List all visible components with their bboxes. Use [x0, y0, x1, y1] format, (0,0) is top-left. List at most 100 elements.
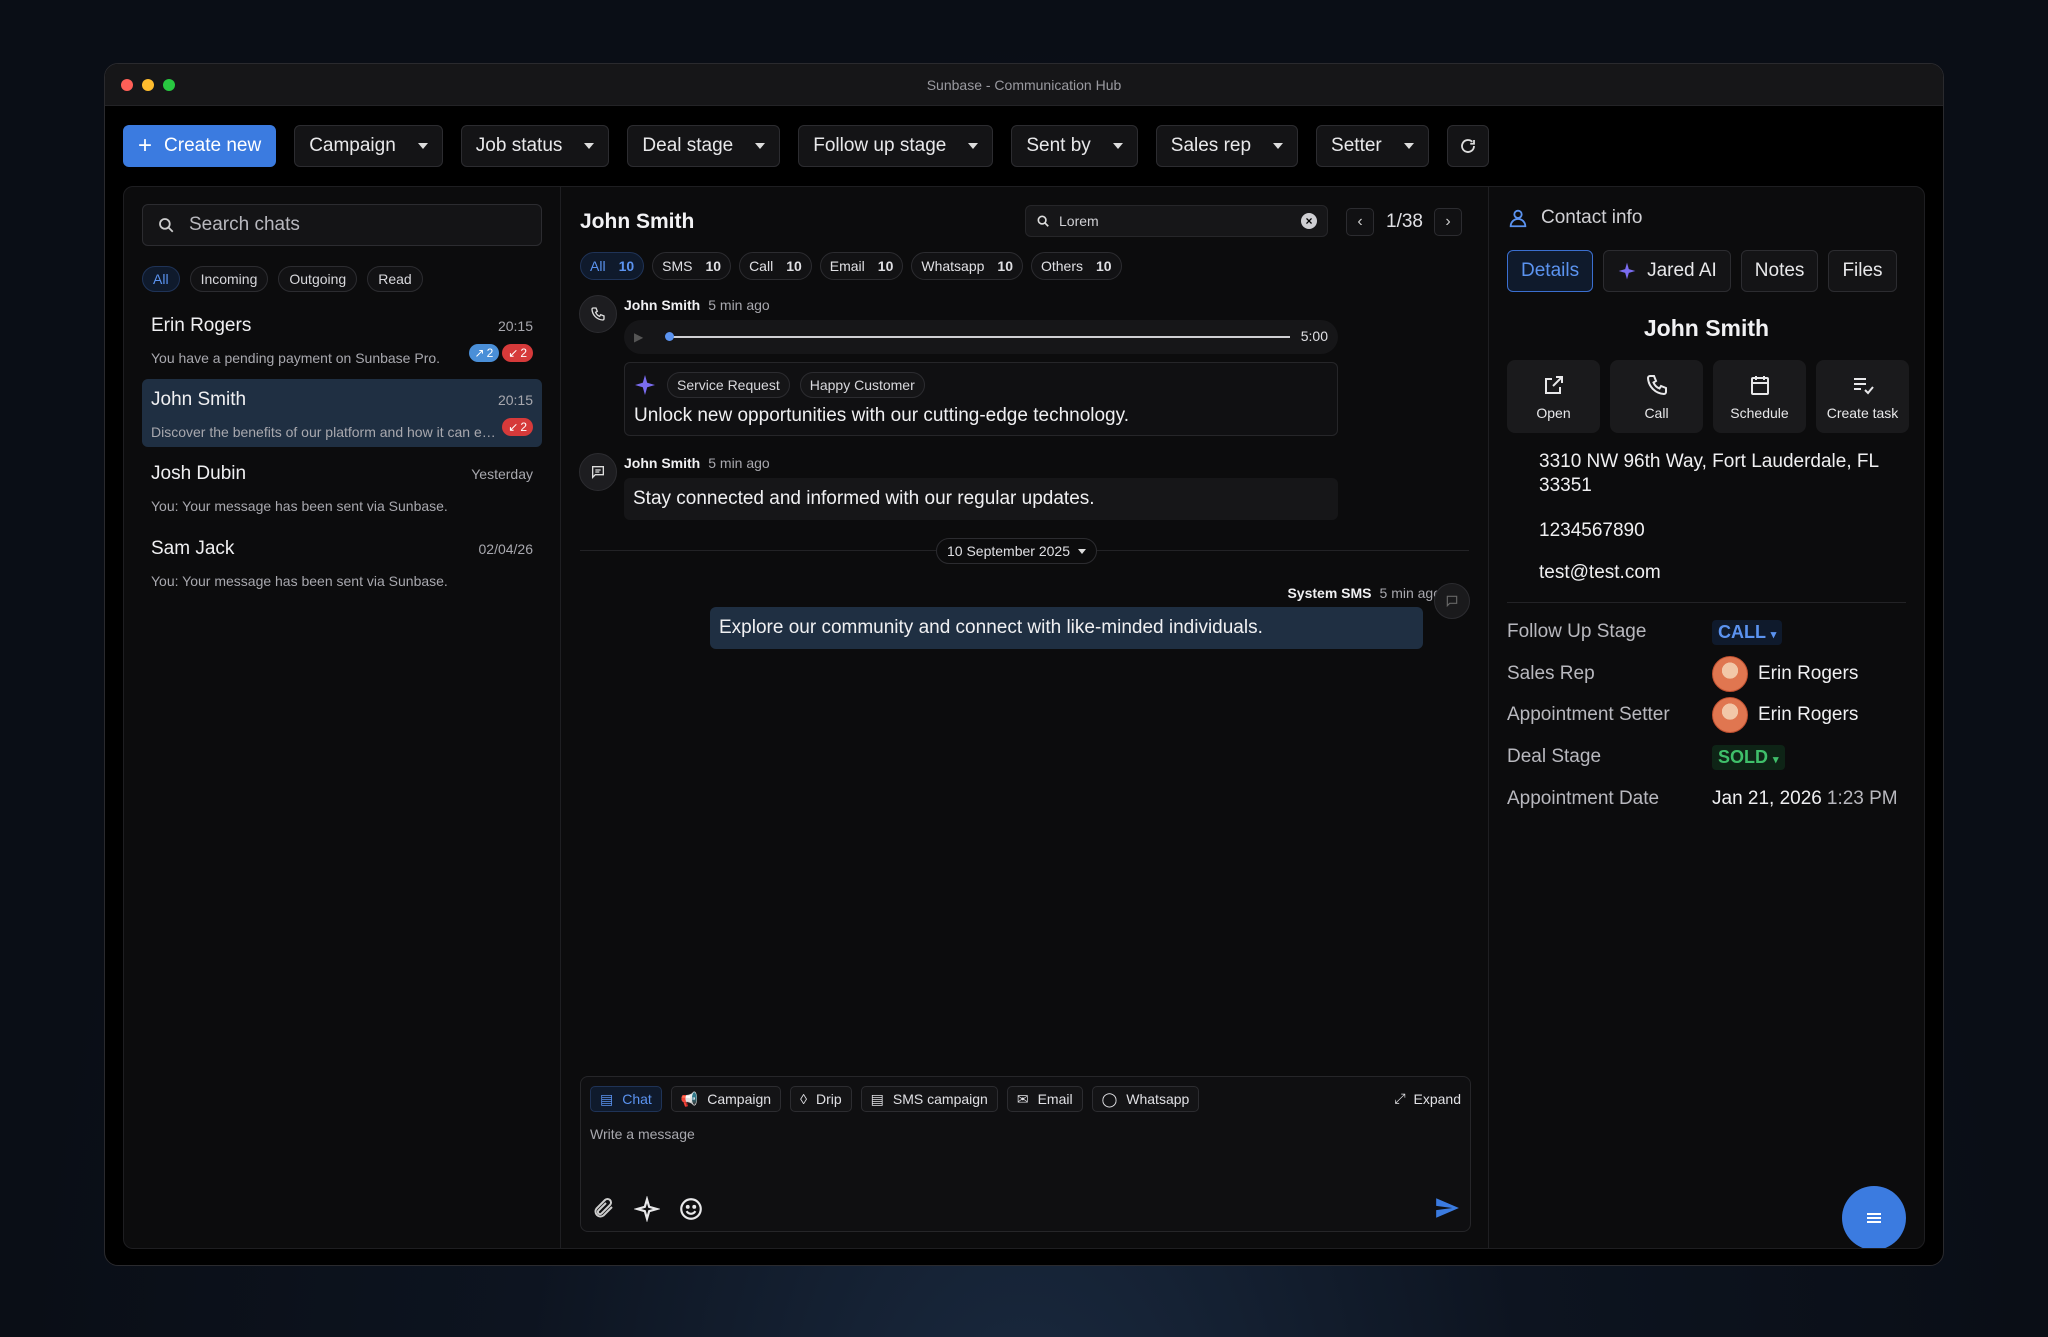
sparkle-icon[interactable] [634, 1196, 660, 1222]
sales-rep-row: Sales Rep Erin Rogers [1507, 656, 1906, 692]
tab-details[interactable]: Details [1507, 250, 1594, 292]
filter-outgoing[interactable]: Outgoing [278, 266, 358, 292]
system-avatar [1434, 583, 1470, 619]
tab-sms[interactable]: SMS 10 [652, 252, 732, 280]
chat-item-sam-jack[interactable]: Sam Jack 02/04/26 You: Your message has b… [142, 528, 542, 596]
open-button[interactable]: Open [1507, 360, 1600, 433]
create-new-button[interactable]: + Create new [123, 125, 277, 167]
tab-all[interactable]: All 10 [580, 252, 645, 280]
refresh-button[interactable] [1446, 125, 1489, 167]
arrow-up-right-icon: ↗ [474, 346, 485, 360]
composer-tab-whatsapp[interactable]: ◯ Whatsapp [1091, 1086, 1200, 1112]
conversation-title: John Smith [580, 210, 695, 233]
menu-icon [1867, 1213, 1881, 1223]
chat-name: Sam Jack [151, 538, 235, 559]
unread-count-badge: ↙ 2 [502, 344, 533, 362]
composer-tabs: ▤ Chat 📢 Campaign ◊ Drip ▤ SMS campaign ✉ Ema… [590, 1086, 1200, 1112]
call-message-avatar [579, 295, 617, 333]
message-icon [1446, 595, 1458, 608]
follow-up-stage-dropdown[interactable]: Follow up stage [798, 125, 994, 167]
schedule-button[interactable]: Schedule [1713, 360, 1806, 433]
task-list-icon [1853, 377, 1874, 394]
caret-down-icon [417, 143, 428, 149]
chat-item-erin-rogers[interactable]: Erin Rogers 20:15 You have a pending paym… [142, 305, 542, 373]
chat-filters: All Incoming Outgoing Read [142, 266, 423, 292]
menu-fab-button[interactable] [1842, 1186, 1906, 1248]
follow-up-stage-row: Follow Up Stage CALL ▾ [1507, 617, 1906, 647]
expand-icon: ⤢ [1394, 1090, 1406, 1106]
audio-progress-track[interactable] [668, 336, 1290, 338]
app-window: Sunbase - Communication Hub + Create new… [104, 63, 1944, 1266]
chat-item-josh-dubin[interactable]: Josh Dubin Yesterday You: Your message ha… [142, 453, 542, 521]
chat-name: John Smith [151, 389, 247, 410]
system-message-meta: System SMS 5 min ago [1287, 585, 1441, 601]
composer-tab-chat[interactable]: ▤ Chat [590, 1086, 662, 1112]
tab-files[interactable]: Files [1828, 250, 1897, 292]
filter-read[interactable]: Read [367, 266, 423, 292]
contact-email: test@test.com [1539, 562, 1661, 583]
maximize-window-button[interactable] [163, 79, 175, 91]
sales-rep-selector[interactable]: Erin Rogers [1712, 656, 1858, 692]
conversation-search-input[interactable]: Lorem × [1025, 205, 1328, 237]
campaign-dropdown[interactable]: Campaign [294, 125, 443, 167]
job-status-dropdown[interactable]: Job status [460, 125, 610, 167]
chat-item-john-smith[interactable]: John Smith 20:15 Discover the benefits of… [142, 379, 542, 447]
tab-jared-ai[interactable]: Jared AI [1603, 250, 1731, 292]
composer-tab-campaign[interactable]: 📢 Campaign [670, 1086, 782, 1112]
composer-tools [592, 1196, 704, 1222]
filter-incoming[interactable]: Incoming [189, 266, 269, 292]
tab-email[interactable]: Email 10 [819, 252, 904, 280]
tab-notes[interactable]: Notes [1740, 250, 1819, 292]
chat-name: Josh Dubin [151, 463, 247, 484]
calendar-icon [1750, 375, 1769, 395]
composer-tab-sms-campaign[interactable]: ▤ SMS campaign [860, 1086, 998, 1112]
sparkle-icon [1618, 262, 1636, 280]
close-window-button[interactable] [121, 79, 133, 91]
deal-stage-dropdown[interactable]: Deal stage [627, 125, 781, 167]
toolbar: + Create new Campaign Job status Deal st… [123, 125, 1925, 167]
setter-dropdown[interactable]: Setter [1316, 125, 1429, 167]
sparkle-icon [635, 375, 655, 395]
deal-stage-row: Deal Stage SOLD ▾ [1507, 742, 1906, 772]
emoji-icon[interactable] [678, 1196, 704, 1222]
caret-down-icon [1112, 143, 1123, 149]
call-button[interactable]: Call [1610, 360, 1703, 433]
next-result-button[interactable]: › [1434, 208, 1462, 236]
tab-call[interactable]: Call 10 [739, 252, 812, 280]
message-input[interactable]: Write a message [590, 1126, 695, 1142]
send-icon[interactable] [1434, 1195, 1460, 1221]
caret-down-icon: ▾ [1770, 628, 1777, 641]
deal-stage-dropdown[interactable]: SOLD ▾ [1712, 744, 1785, 770]
title-bar: Sunbase - Communication Hub [105, 64, 1943, 106]
sms-icon: ▤ [870, 1090, 884, 1107]
composer-tab-email[interactable]: ✉ Email [1006, 1086, 1083, 1112]
tab-whatsapp[interactable]: Whatsapp 10 [911, 252, 1023, 280]
expand-composer-button[interactable]: ⤢ Expand [1394, 1090, 1461, 1107]
chat-name: Erin Rogers [151, 315, 252, 336]
chat-preview: You: Your message has been sent via Sunb… [151, 498, 448, 514]
sent-by-dropdown[interactable]: Sent by [1011, 125, 1138, 167]
filter-all[interactable]: All [142, 266, 180, 292]
clear-search-button[interactable]: × [1301, 213, 1317, 229]
message-icon [592, 466, 604, 479]
follow-up-stage-dropdown[interactable]: CALL ▾ [1712, 619, 1783, 645]
previous-result-button[interactable]: ‹ [1346, 208, 1374, 236]
chat-preview: Discover the benefits of our platform an… [151, 424, 496, 440]
date-divider-dropdown[interactable]: 10 September 2025 [936, 538, 1097, 564]
tab-others[interactable]: Others 10 [1030, 252, 1122, 280]
appointment-date-row: Appointment Date Jan 21, 2026 1:23 PM [1507, 788, 1898, 809]
setter-selector[interactable]: Erin Rogers [1712, 697, 1858, 733]
audio-scrubber-handle[interactable] [665, 332, 674, 341]
call-message-meta: John Smith 5 min ago [624, 297, 770, 313]
play-icon[interactable]: ▶ [634, 330, 643, 344]
avatar [1712, 656, 1748, 692]
composer-tab-drip[interactable]: ◊ Drip [790, 1086, 852, 1112]
conversation-panel: John Smith Lorem × ‹ 1/38 › All 10 SMS 10 … [561, 187, 1489, 1248]
paperclip-icon[interactable] [592, 1196, 616, 1220]
minimize-window-button[interactable] [142, 79, 154, 91]
search-chats-input[interactable]: Search chats [142, 204, 542, 246]
create-task-button[interactable]: Create task [1816, 360, 1909, 433]
audio-duration: 5:00 [1300, 328, 1328, 344]
chat-icon: ▤ [600, 1090, 614, 1107]
sales-rep-dropdown[interactable]: Sales rep [1155, 125, 1299, 167]
